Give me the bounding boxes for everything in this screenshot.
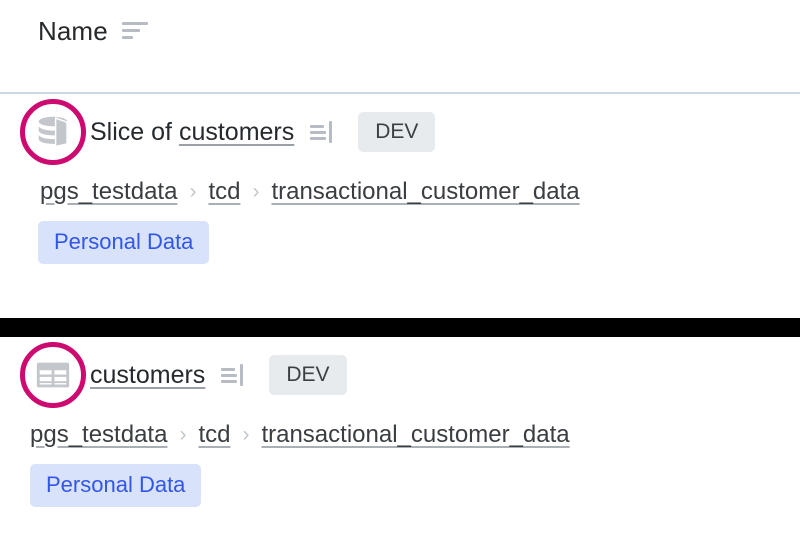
columns-list-icon-bar	[310, 124, 325, 128]
tag-personal-data[interactable]: Personal Data	[38, 220, 210, 264]
result-title-line: Slice of customers DEV	[0, 94, 800, 170]
columns-list-icon[interactable]	[221, 364, 244, 386]
environment-badge[interactable]: DEV	[269, 355, 347, 395]
breadcrumb-item-schema[interactable]: tcd	[198, 421, 230, 449]
result-row[interactable]: Slice of customers DEV pgs_testdata › tc…	[0, 94, 800, 270]
tag-row: Personal Data	[38, 214, 800, 270]
breadcrumb-separator-icon: ›	[242, 423, 250, 446]
sort-icon-bar	[121, 36, 133, 39]
columns-list-icon-bar	[221, 367, 236, 371]
breadcrumb-item-table[interactable]: transactional_customer_data	[271, 178, 579, 206]
breadcrumb-separator-icon: ›	[252, 180, 260, 203]
columns-list-icon-rule	[240, 364, 244, 386]
breadcrumb-item-database[interactable]: pgs_testdata	[40, 178, 177, 206]
columns-list-icon-lines	[310, 124, 327, 140]
result-row[interactable]: customers DEV pgs_testdata › tcd › trans…	[0, 337, 800, 513]
result-title: Slice of customers	[90, 117, 294, 146]
columns-list-icon-lines	[221, 367, 238, 383]
breadcrumb-separator-icon: ›	[179, 423, 187, 446]
tag-personal-data[interactable]: Personal Data	[30, 463, 202, 507]
result-title-prefix: Slice of	[90, 117, 179, 146]
result-title-link[interactable]: customers	[90, 361, 205, 389]
breadcrumb: pgs_testdata › tcd › transactional_custo…	[40, 170, 800, 214]
columns-list-icon-bar	[310, 136, 327, 140]
sort-icon[interactable]	[121, 22, 148, 40]
environment-badge[interactable]: DEV	[358, 112, 436, 152]
column-header-name[interactable]: Name	[38, 18, 148, 44]
result-title: customers	[90, 361, 205, 389]
breadcrumb-item-database[interactable]: pgs_testdata	[30, 421, 167, 449]
database-slice-icon	[38, 116, 68, 148]
breadcrumb-item-schema[interactable]: tcd	[208, 178, 240, 206]
breadcrumb-separator-icon: ›	[189, 180, 197, 203]
columns-list-icon[interactable]	[310, 121, 333, 143]
entity-icon-highlight	[16, 338, 90, 412]
columns-list-icon-rule	[329, 121, 333, 143]
sort-icon-bar	[121, 29, 140, 32]
breadcrumb: pgs_testdata › tcd › transactional_custo…	[30, 413, 800, 457]
section-separator-band	[0, 318, 800, 337]
search-results-page: Name Slice of customers DEV pgs_testdata…	[0, 0, 800, 548]
sort-icon-bar	[121, 22, 148, 25]
column-header-label: Name	[38, 16, 108, 46]
entity-icon-highlight	[16, 95, 90, 169]
table-icon	[36, 362, 70, 388]
columns-list-icon-bar	[221, 379, 238, 383]
columns-list-icon-bar	[310, 130, 327, 134]
result-title-link[interactable]: customers	[179, 118, 294, 146]
result-title-line: customers DEV	[0, 337, 800, 413]
columns-list-icon-bar	[221, 373, 238, 377]
breadcrumb-item-table[interactable]: transactional_customer_data	[261, 421, 569, 449]
results-list-header: Name	[0, 0, 800, 94]
tag-row: Personal Data	[30, 457, 800, 513]
